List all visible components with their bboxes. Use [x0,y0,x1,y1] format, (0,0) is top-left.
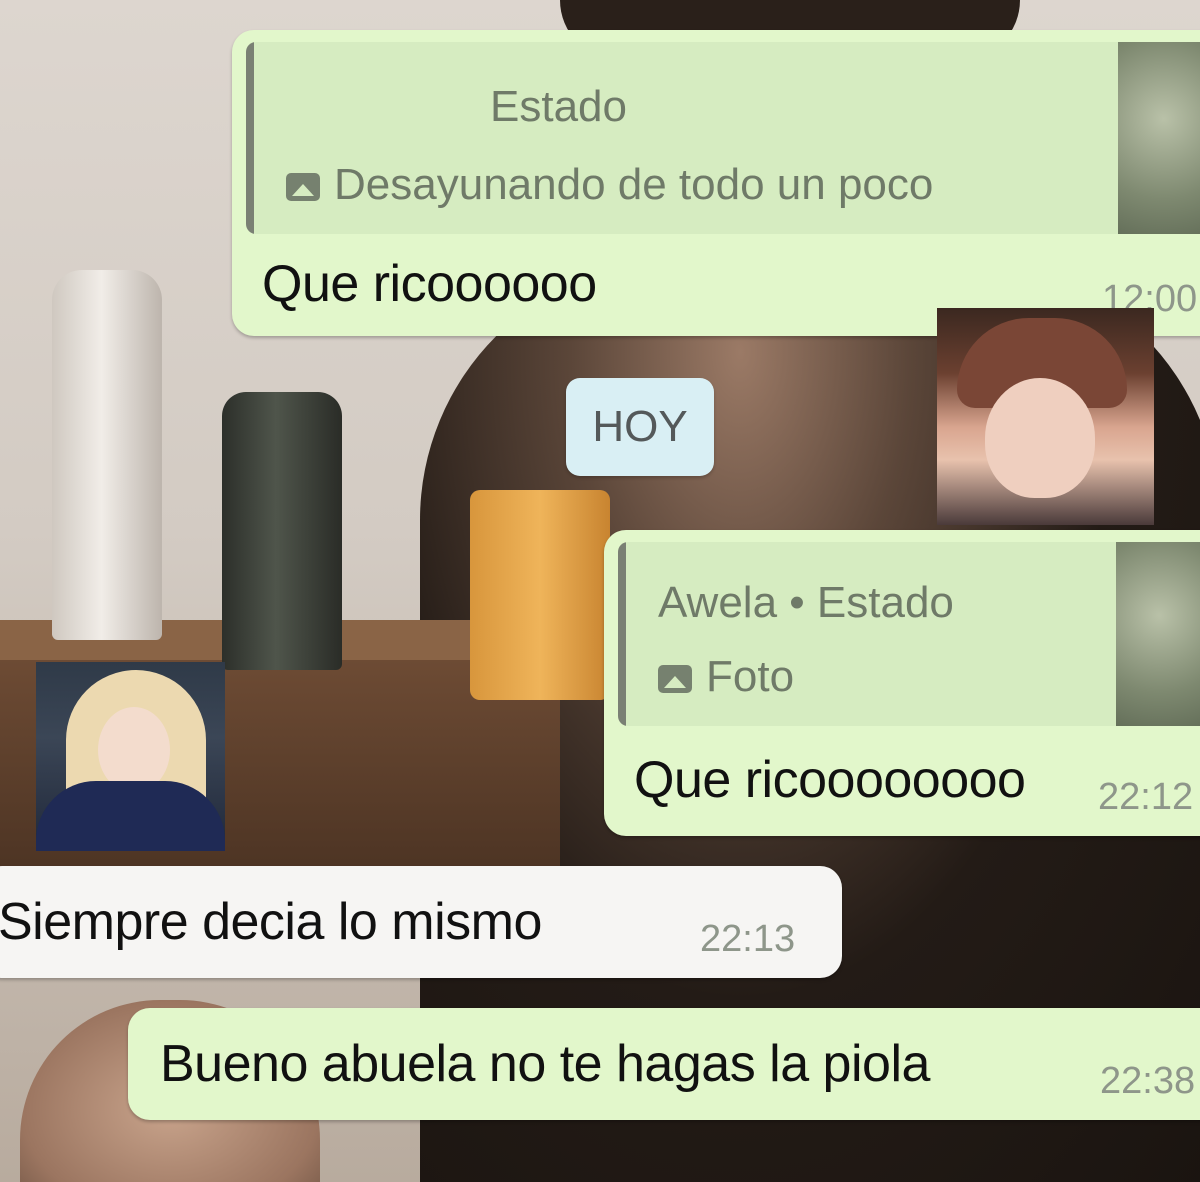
quote-thumbnail [1118,42,1200,234]
avatar-photo-1 [937,308,1154,525]
image-icon [658,665,692,693]
message-time: 22:13 [700,918,796,960]
message-time: 22:12 [1098,776,1194,818]
avatar-jacket [36,781,225,851]
message-text: Que ricoooooooo [634,751,1026,809]
avatar-face [985,378,1095,498]
dark-can [222,392,342,670]
quote-title: Awela • Estado [658,578,954,627]
quote-subtitle: Foto [658,652,794,702]
quote-title: Estado [490,82,627,131]
quote-subtitle: Desayunando de todo un poco [286,160,933,210]
quoted-status-1[interactable]: Estado Desayunando de todo un poco [246,42,1200,234]
quote-thumbnail [1116,542,1200,726]
quote-bar [618,542,626,726]
quote-subtitle-text: Desayunando de todo un poco [334,160,934,209]
quote-subtitle-text: Foto [706,652,795,701]
avatar-photo-2 [36,662,225,851]
message-time: 22:38 [1100,1060,1196,1102]
message-text: Siempre decia lo mismo [0,893,542,951]
message-text: Que ricoooooo [262,255,597,313]
image-icon [286,173,320,201]
message-bubble-4[interactable]: Bueno abuela no te hagas la piola 22:38 [128,1008,1200,1120]
message-bubble-1[interactable]: Estado Desayunando de todo un poco Que r… [232,30,1200,336]
orange-cup [470,490,610,700]
white-can [52,270,162,640]
message-bubble-2[interactable]: Awela • Estado Foto Que ricoooooooo 22:1… [604,530,1200,836]
quote-bar [246,42,254,234]
message-text: Bueno abuela no te hagas la piola [160,1035,930,1093]
quoted-status-2[interactable]: Awela • Estado Foto [618,542,1200,726]
message-bubble-3[interactable]: Siempre decia lo mismo 22:13 [0,866,842,978]
day-separator: HOY [566,378,714,476]
